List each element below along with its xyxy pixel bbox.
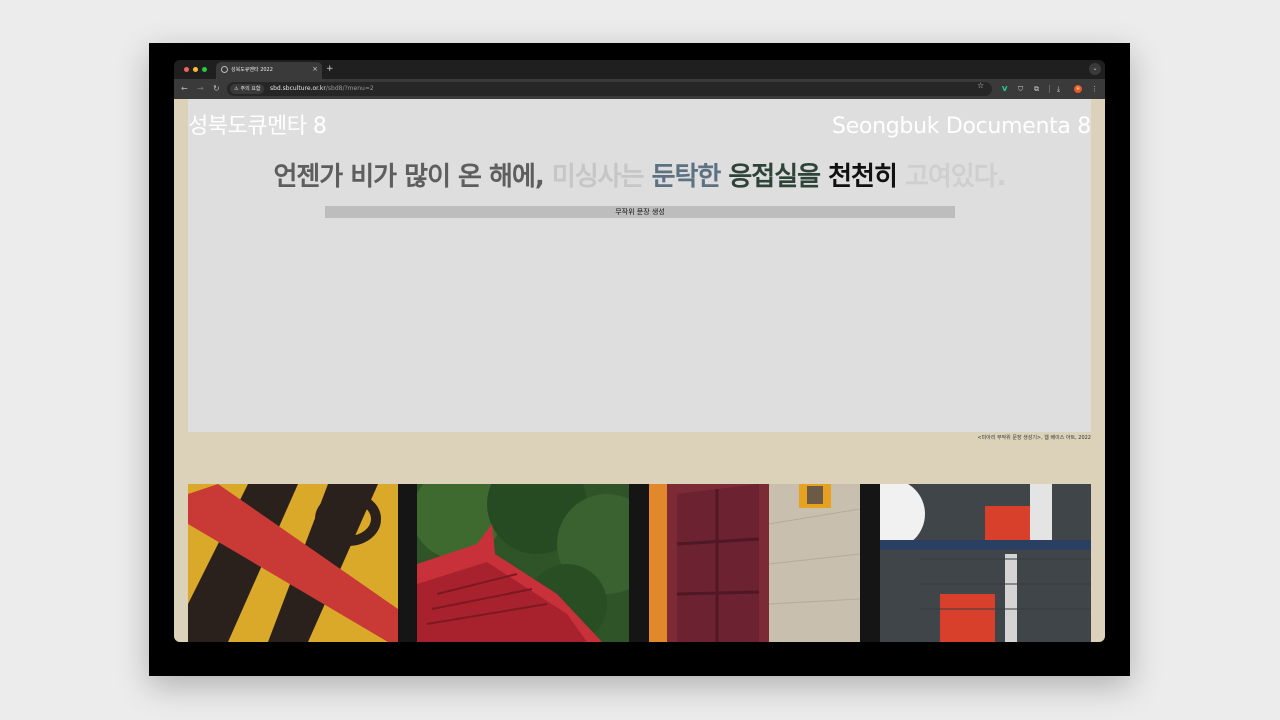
sentence-segment-3: 둔탁한 xyxy=(651,162,722,192)
reload-button[interactable]: ↻ xyxy=(213,83,220,95)
photo-boxes[interactable] xyxy=(880,484,1091,642)
maximize-window-button[interactable] xyxy=(202,67,207,72)
sentence-segment-4: 응접실을 xyxy=(728,162,821,192)
browser-window: 성북도큐멘타 2022 × + ⌄ ← → ↻ ⚠ 주의 요함 sbd.sbcul… xyxy=(174,60,1105,642)
puzzle-icon[interactable]: ⧉ xyxy=(1034,84,1039,94)
v-extension-icon[interactable]: V xyxy=(1002,84,1007,94)
sentence-segment-6: 고여있다. xyxy=(904,162,1007,192)
new-tab-button[interactable]: + xyxy=(326,63,334,75)
photo-door[interactable] xyxy=(649,484,860,642)
security-chip[interactable]: ⚠ 주의 요함 xyxy=(230,84,265,94)
tab-search-button[interactable]: ⌄ xyxy=(1089,63,1101,75)
kebab-menu-icon[interactable]: ⋮ xyxy=(1091,84,1098,94)
globe-icon xyxy=(221,66,228,73)
sentence-segment-2: 미싱사는 xyxy=(551,162,645,192)
shield-extension-icon[interactable]: ⛉ xyxy=(1018,84,1023,94)
site-title-korean[interactable]: 성북도큐멘타 8 xyxy=(188,114,327,140)
url-host: sbd.sbculture.or.kr xyxy=(270,85,326,92)
bookmark-star-icon[interactable]: ☆ xyxy=(977,82,984,90)
minimize-window-button[interactable] xyxy=(193,67,198,72)
tab-close-icon[interactable]: × xyxy=(312,65,318,74)
artwork-caption: <미아리 무작위 문장 생성기>, 웹 베이스 아트, 2022 xyxy=(977,435,1091,441)
profile-avatar[interactable]: H xyxy=(1074,85,1082,93)
photo-red-roof[interactable] xyxy=(417,484,629,642)
forward-button[interactable]: → xyxy=(197,83,204,95)
tab-title: 성북도큐멘타 2022 xyxy=(231,67,273,73)
tab-active[interactable]: 성북도큐멘타 2022 × xyxy=(216,62,322,79)
browser-toolbar: ← → ↻ ⚠ 주의 요함 sbd.sbculture.or.kr/sbd8/?m… xyxy=(174,79,1105,99)
random-sentence: 언젠가 비가 많이 온 해에, 미싱사는 둔탁한 응접실을 천천히 고여있다. xyxy=(188,161,1091,193)
warning-icon: ⚠ xyxy=(234,86,239,92)
sentence-panel xyxy=(188,99,1091,432)
security-label: 주의 요함 xyxy=(240,86,261,92)
tab-strip: 성북도큐멘타 2022 × + ⌄ xyxy=(174,60,1105,79)
photo-strip xyxy=(188,484,1091,642)
site-title-english[interactable]: Seongbuk Documenta 8 xyxy=(832,114,1091,140)
url-path: /sbd8/?menu=2 xyxy=(325,85,374,92)
sentence-segment-5: 천천히 xyxy=(828,162,898,192)
download-icon[interactable]: ⤓ xyxy=(1057,84,1060,94)
photo-sign[interactable] xyxy=(188,484,398,642)
back-button[interactable]: ← xyxy=(181,83,188,95)
generate-sentence-button[interactable]: 무작위 문장 생성 xyxy=(325,206,955,218)
address-bar[interactable]: ⚠ 주의 요함 sbd.sbculture.or.kr/sbd8/?menu=2 xyxy=(227,82,992,96)
toolbar-divider xyxy=(1049,85,1050,93)
page-viewport: 성북도큐멘타 8 Seongbuk Documenta 8 언젠가 비가 많이 … xyxy=(174,99,1105,642)
sentence-segment-1: 언젠가 비가 많이 온 해에, xyxy=(273,162,544,192)
url-text[interactable]: sbd.sbculture.or.kr/sbd8/?menu=2 xyxy=(270,85,374,93)
close-window-button[interactable] xyxy=(184,67,189,72)
